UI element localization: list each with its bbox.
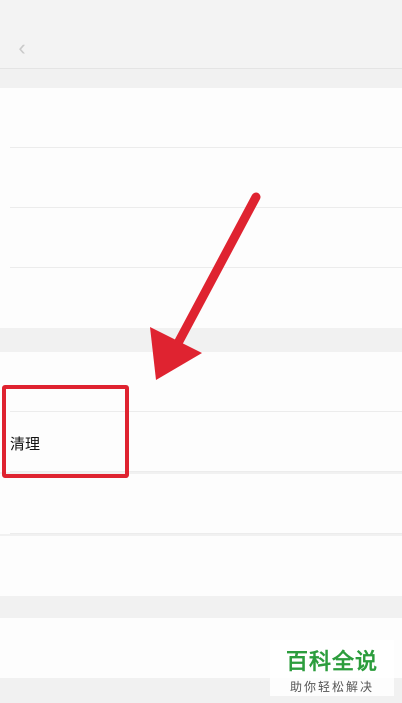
watermark-subtitle: 助你轻松解决 <box>289 680 374 694</box>
watermark-title: 百科全说 <box>285 649 378 674</box>
watermark-logo: 百科全说 助你轻松解决 <box>270 640 394 696</box>
red-arrow-icon <box>150 192 261 380</box>
